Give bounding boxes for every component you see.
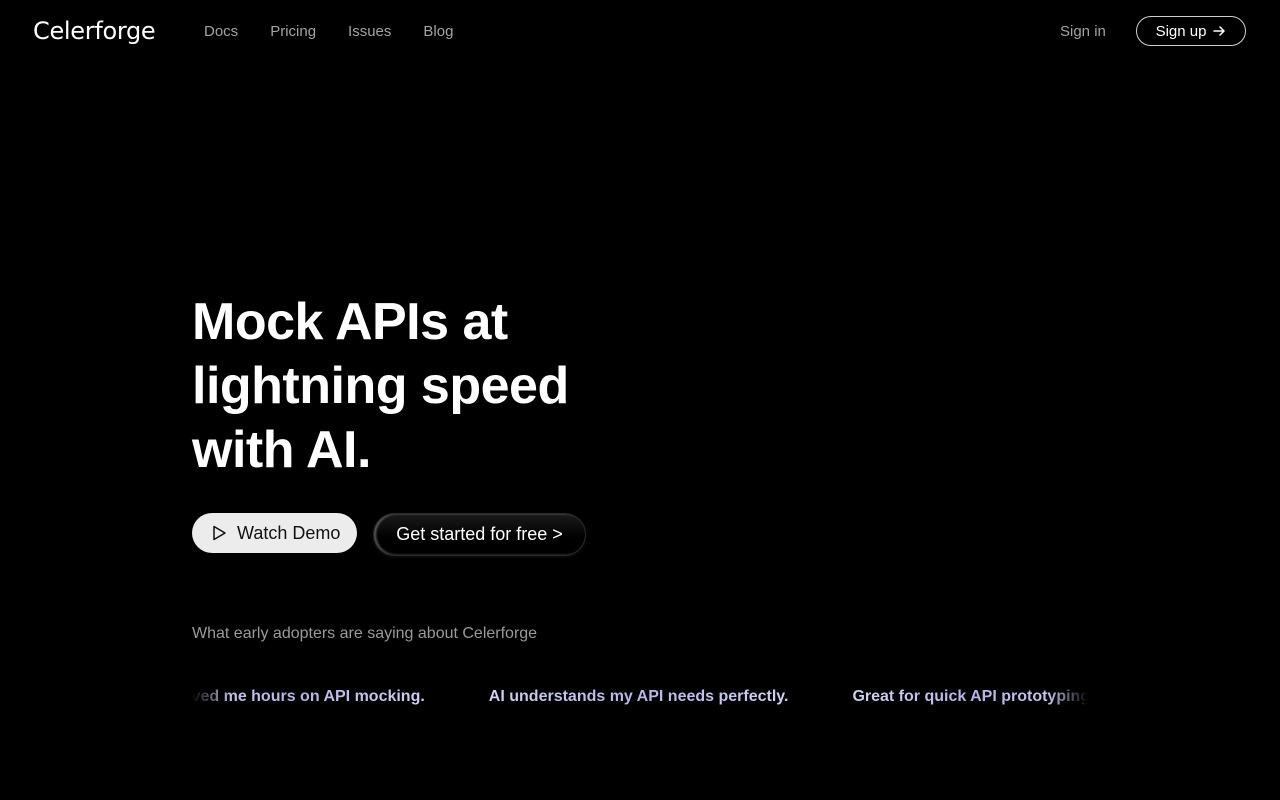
marquee-track: Saved me hours on API mocking. AI unders… (192, 686, 1088, 708)
nav-link-issues[interactable]: Issues (348, 22, 391, 42)
brand-logo[interactable]: Celerforge (33, 17, 156, 45)
hero-title: Mock APIs at lightning speed with AI. (192, 290, 672, 482)
testimonial-quote: Great for quick API prototyping. (852, 686, 1088, 708)
sign-up-button[interactable]: Sign up (1136, 16, 1246, 46)
nav-link-blog[interactable]: Blog (423, 22, 453, 42)
watch-demo-button[interactable]: Watch Demo (192, 513, 357, 553)
nav-links: Docs Pricing Issues Blog (204, 22, 453, 42)
nav-link-docs[interactable]: Docs (204, 22, 238, 42)
play-icon (213, 525, 226, 541)
sign-in-link[interactable]: Sign in (1060, 22, 1106, 42)
testimonial-quote: Saved me hours on API mocking. (192, 686, 425, 708)
top-nav: Celerforge Docs Pricing Issues Blog Sign… (0, 0, 1280, 64)
get-started-button[interactable]: Get started for free > (373, 513, 586, 556)
watch-demo-label: Watch Demo (237, 522, 341, 543)
hero-title-line-2: lightning speed (192, 357, 569, 415)
nav-link-pricing[interactable]: Pricing (270, 22, 316, 42)
sign-up-label: Sign up (1155, 22, 1207, 40)
arrow-right-icon (1213, 26, 1226, 36)
testimonial-quote: AI understands my API needs perfectly. (489, 686, 789, 708)
hero-title-line-3: with AI. (192, 421, 371, 479)
hero-title-line-1: Mock APIs at (192, 293, 508, 351)
testimonial-marquee: Saved me hours on API mocking. AI unders… (192, 686, 1088, 710)
testimonials-heading: What early adopters are saying about Cel… (192, 625, 538, 642)
landing-page: Celerforge Docs Pricing Issues Blog Sign… (0, 0, 1280, 800)
